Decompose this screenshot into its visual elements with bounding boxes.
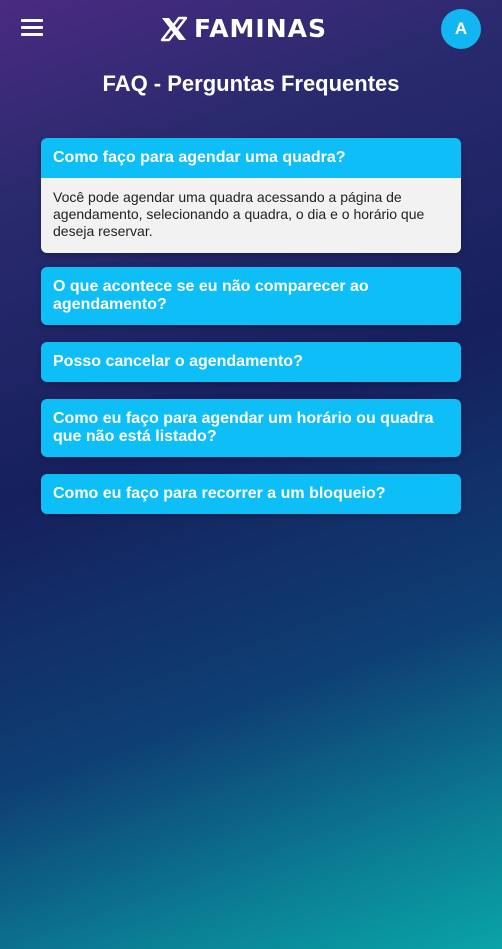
user-avatar[interactable]: A (441, 9, 481, 49)
hamburger-menu-icon[interactable] (21, 19, 43, 37)
brand-logo[interactable]: FAMINAS (160, 14, 327, 44)
top-bar: FAMINAS A (0, 0, 502, 60)
faq-item: Como eu faço para agendar um horário ou … (41, 399, 461, 457)
faq-question[interactable]: Como eu faço para agendar um horário ou … (41, 399, 461, 457)
page-title: FAQ - Perguntas Frequentes (102, 71, 400, 96)
faminas-x-logo-icon (160, 16, 188, 42)
faq-item: Como eu faço para recorrer a um bloqueio… (41, 474, 461, 514)
faq-answer: Você pode agendar uma quadra acessando a… (41, 178, 461, 253)
faq-item: Posso cancelar o agendamento? (41, 342, 461, 382)
faq-question[interactable]: Como eu faço para recorrer a um bloqueio… (41, 474, 461, 514)
brand-name: FAMINAS (194, 14, 328, 43)
faq-question[interactable]: Como faço para agendar uma quadra? (41, 138, 461, 178)
faq-question[interactable]: Posso cancelar o agendamento? (41, 342, 461, 382)
faq-item: O que acontece se eu não comparecer ao a… (41, 267, 461, 325)
faq-item: Como faço para agendar uma quadra? Você … (41, 138, 461, 253)
faq-question[interactable]: O que acontece se eu não comparecer ao a… (41, 267, 461, 325)
